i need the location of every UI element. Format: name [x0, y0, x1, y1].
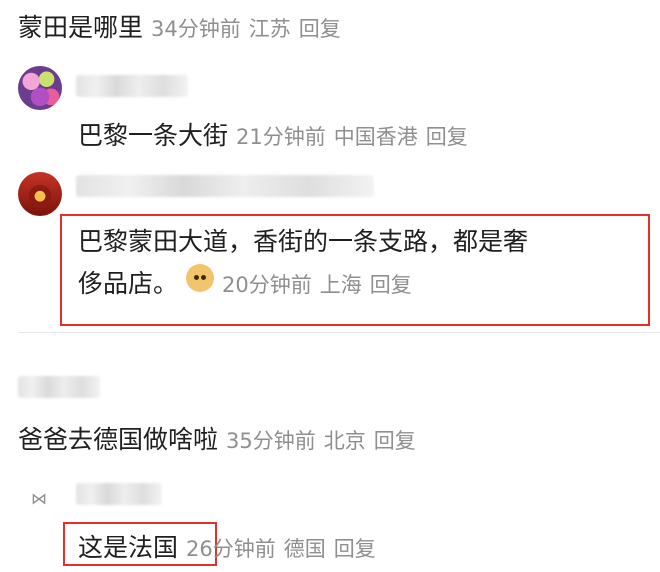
comment-location: 北京: [323, 429, 366, 453]
reply-button[interactable]: 回复: [426, 121, 468, 151]
comment-text: 侈品店。: [78, 269, 179, 298]
comment-time: 34分钟前: [151, 17, 241, 41]
reply-button[interactable]: 回复: [299, 13, 341, 43]
comment-row-3-line-1: 巴黎蒙田大道，香街的一条支路，都是奢: [78, 222, 528, 258]
username-blurred: [76, 483, 162, 505]
comment-time: 26分钟前: [186, 537, 276, 561]
bow-icon[interactable]: ⋈: [31, 491, 51, 507]
divider: [18, 332, 660, 333]
reply-button[interactable]: 回复: [374, 425, 416, 455]
comment-location: 中国香港: [333, 125, 418, 149]
comment-location: 江苏: [248, 17, 291, 41]
username-blurred: [76, 75, 188, 97]
comment-time: 35分钟前: [226, 429, 316, 453]
comment-row-4: 爸爸去德国做啥啦 35分钟前 北京 回复: [18, 420, 416, 456]
comment-text: 爸爸去德国做啥啦: [18, 425, 219, 454]
comment-row-2: 巴黎一条大街 21分钟前 中国香港 回复: [78, 116, 468, 152]
avatar[interactable]: [18, 66, 62, 110]
comment-text: 巴黎蒙田大道，香街的一条支路，都是奢: [78, 227, 529, 256]
avatar[interactable]: [18, 172, 62, 216]
comment-text: 巴黎一条大街: [78, 121, 229, 150]
username-blurred: [76, 175, 374, 197]
comment-text: 这是法国: [78, 533, 179, 562]
username-blurred: [18, 376, 100, 398]
smiling-dog-emoji-icon: [186, 264, 215, 292]
comment-row-5: 这是法国 26分钟前 德国 回复: [78, 528, 376, 564]
comment-location: 上海: [319, 273, 362, 297]
comment-time: 21分钟前: [236, 125, 326, 149]
comment-row-1: 蒙田是哪里 34分钟前 江苏 回复: [18, 8, 341, 44]
reply-button[interactable]: 回复: [334, 533, 376, 563]
comment-row-3-line-2: 侈品店。 20分钟前 上海 回复: [78, 264, 412, 300]
comment-location: 德国: [283, 537, 326, 561]
comment-text: 蒙田是哪里: [18, 13, 144, 42]
comment-time: 20分钟前: [222, 273, 312, 297]
reply-button[interactable]: 回复: [370, 269, 412, 299]
